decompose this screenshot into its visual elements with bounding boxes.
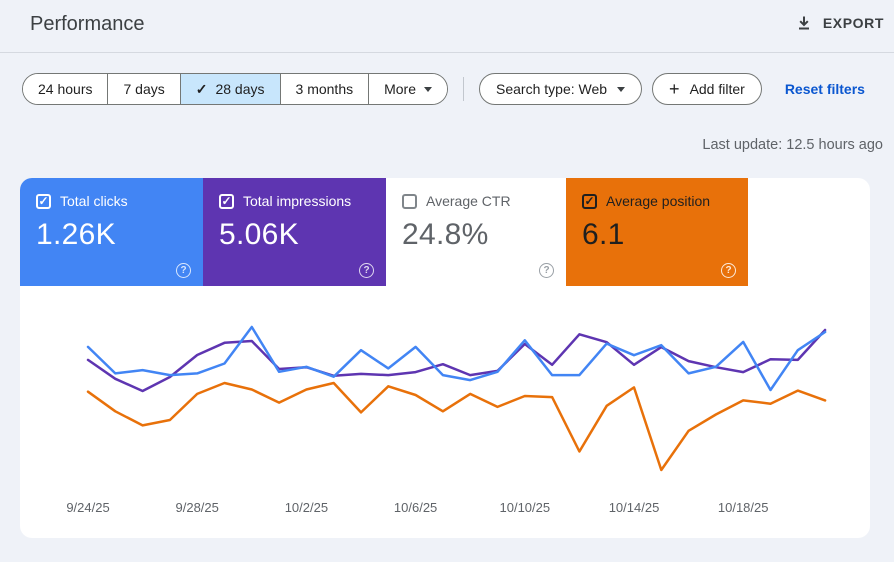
- chevron-down-icon: [617, 86, 626, 92]
- performance-card: ✓ Total clicks 1.26K ? ✓ Total impressio…: [20, 178, 870, 538]
- average-position-checkbox[interactable]: ✓: [582, 193, 597, 209]
- more-label: More: [384, 81, 417, 97]
- export-label: EXPORT: [822, 15, 884, 31]
- add-filter-label: Add filter: [689, 81, 745, 97]
- date-range-24-hours[interactable]: 24 hours: [23, 74, 108, 104]
- line-total-clicks: [86, 325, 827, 392]
- metric-label: Total impressions: [243, 193, 352, 209]
- performance-chart[interactable]: 9/24/25 9/28/25 10/2/25 10/6/25 10/10/25 10/1…: [20, 300, 870, 525]
- line-total-impressions: [86, 328, 827, 393]
- date-range-7-days[interactable]: 7 days: [107, 74, 180, 104]
- chevron-down-icon: [424, 86, 433, 92]
- metric-label: Total clicks: [60, 193, 128, 209]
- check-icon: ✓: [195, 80, 208, 97]
- metric-label: Average position: [606, 193, 711, 209]
- page-title: Performance: [30, 13, 145, 35]
- help-icon[interactable]: ?: [176, 263, 191, 278]
- date-range-label: 24 hours: [38, 81, 93, 97]
- filterbar-divider: [463, 77, 465, 101]
- metric-value: 6.1: [582, 218, 625, 251]
- date-range-label: 28 days: [215, 81, 265, 97]
- last-update: Last update: 12.5 hours ago: [702, 137, 883, 153]
- search-type-dropdown[interactable]: Search type: Web: [479, 73, 643, 105]
- total-clicks-checkbox[interactable]: ✓: [36, 193, 51, 209]
- date-range-label: 7 days: [123, 81, 165, 97]
- x-axis-label: 9/24/25: [66, 500, 110, 515]
- line-average-position: [86, 381, 827, 472]
- metric-label: Average CTR: [426, 193, 511, 209]
- average-ctr-checkbox[interactable]: [402, 193, 417, 209]
- metric-value: 1.26K: [36, 218, 116, 251]
- header-divider: [0, 52, 894, 53]
- date-range-label: 3 months: [295, 81, 354, 97]
- x-axis-label: 9/28/25: [175, 500, 219, 515]
- plus-icon: +: [669, 79, 680, 99]
- total-impressions-checkbox[interactable]: ✓: [219, 193, 234, 209]
- x-axis-label: 10/10/25: [499, 500, 551, 515]
- date-range-more-button[interactable]: More: [368, 74, 448, 104]
- help-icon[interactable]: ?: [721, 263, 736, 278]
- metric-value: 5.06K: [219, 218, 299, 251]
- filter-bar: 24 hours 7 days ✓ 28 days 3 months More …: [22, 73, 865, 105]
- x-axis-label: 10/14/25: [608, 500, 660, 515]
- date-range-3-months[interactable]: 3 months: [279, 74, 369, 104]
- date-range-group: 24 hours 7 days ✓ 28 days 3 months More: [22, 73, 449, 105]
- metric-tile-total-clicks[interactable]: ✓ Total clicks 1.26K ?: [20, 178, 203, 286]
- export-button[interactable]: EXPORT: [795, 14, 884, 32]
- metric-tile-total-impressions[interactable]: ✓ Total impressions 5.06K ?: [203, 178, 386, 286]
- chart-canvas[interactable]: [20, 300, 870, 500]
- metric-value: 24.8%: [402, 218, 489, 251]
- x-axis-label: 10/2/25: [284, 500, 329, 515]
- metric-tile-average-ctr[interactable]: Average CTR 24.8% ?: [386, 178, 566, 286]
- search-type-label: Search type: Web: [496, 81, 608, 97]
- date-range-28-days[interactable]: ✓ 28 days: [179, 74, 280, 104]
- help-icon[interactable]: ?: [539, 263, 554, 278]
- download-icon: [798, 16, 809, 30]
- reset-filters-link[interactable]: Reset filters: [785, 81, 865, 97]
- metric-tile-average-position[interactable]: ✓ Average position 6.1 ?: [566, 178, 748, 286]
- x-axis-label: 10/18/25: [717, 500, 769, 515]
- help-icon[interactable]: ?: [359, 263, 374, 278]
- x-axis-label: 10/6/25: [393, 500, 438, 515]
- add-filter-button[interactable]: + Add filter: [652, 73, 762, 105]
